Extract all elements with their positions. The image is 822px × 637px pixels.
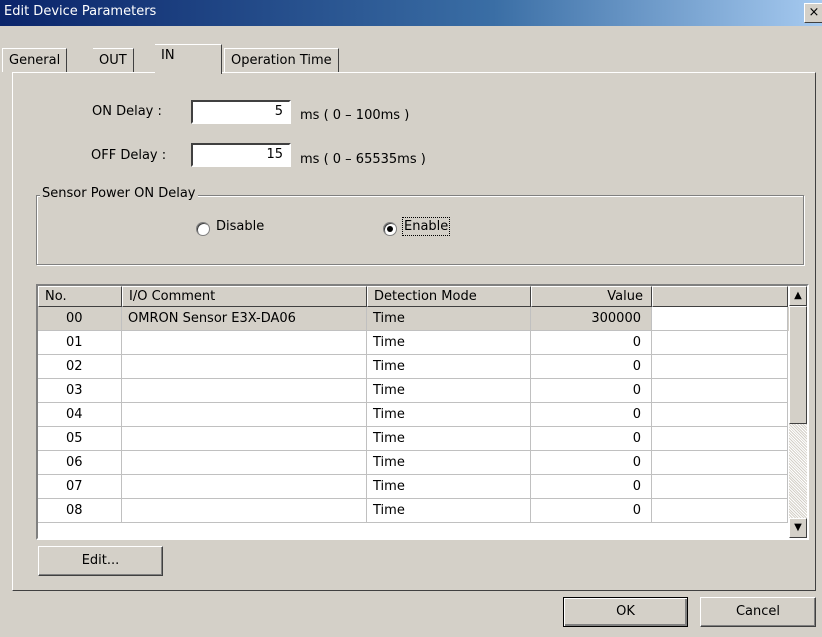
table-row[interactable]: 02 Time 0	[38, 355, 798, 379]
cell-no[interactable]: 07	[38, 475, 122, 499]
table-row[interactable]: 07 Time 0	[38, 475, 798, 499]
cell-blank[interactable]	[652, 355, 788, 379]
disable-label[interactable]: Disable	[216, 219, 264, 234]
table-row[interactable]: 03 Time 0	[38, 379, 798, 403]
cell-no[interactable]: 05	[38, 427, 122, 451]
cell-comment[interactable]	[122, 427, 367, 451]
table-row[interactable]: 05 Time 0	[38, 427, 798, 451]
cell-value[interactable]: 0	[531, 331, 652, 355]
cell-mode[interactable]: Time	[367, 403, 531, 427]
tab-in[interactable]: IN	[155, 44, 222, 74]
table-scrollbar[interactable]: ▲ ▼	[789, 286, 807, 538]
edit-button-label: Edit...	[81, 553, 120, 568]
edit-device-parameters-dialog: Edit Device Parameters × General OUT IN …	[0, 0, 822, 637]
cell-comment[interactable]: OMRON Sensor E3X-DA06	[122, 307, 367, 331]
cell-value[interactable]: 0	[531, 499, 652, 523]
column-header-detection-mode[interactable]: Detection Mode	[367, 286, 531, 307]
cell-mode[interactable]: Time	[367, 355, 531, 379]
cell-value[interactable]: 0	[531, 475, 652, 499]
disable-radio[interactable]	[196, 222, 210, 236]
off-delay-range: ms ( 0 – 65535ms )	[300, 152, 426, 167]
io-table: No. I/O Comment Detection Mode Value 00 O…	[36, 284, 809, 540]
ok-button-label: OK	[616, 604, 635, 619]
scroll-down-icon[interactable]: ▼	[789, 518, 807, 538]
on-delay-label: ON Delay :	[92, 104, 162, 119]
cell-no[interactable]: 04	[38, 403, 122, 427]
scroll-thumb[interactable]	[789, 306, 807, 424]
tab-out[interactable]: OUT	[93, 48, 134, 72]
cell-comment[interactable]	[122, 475, 367, 499]
window-title: Edit Device Parameters	[4, 4, 157, 19]
column-header-io-comment[interactable]: I/O Comment	[122, 286, 367, 307]
column-header-no[interactable]: No.	[38, 286, 122, 307]
cell-value[interactable]: 0	[531, 403, 652, 427]
cell-value[interactable]: 0	[531, 451, 652, 475]
cell-blank[interactable]	[652, 331, 788, 355]
enable-label[interactable]: Enable	[401, 217, 451, 236]
on-delay-input[interactable]: 5	[191, 100, 291, 124]
cell-value[interactable]: 0	[531, 427, 652, 451]
cell-mode[interactable]: Time	[367, 427, 531, 451]
cell-blank[interactable]	[652, 379, 788, 403]
cell-value[interactable]: 0	[531, 355, 652, 379]
cell-no[interactable]: 06	[38, 451, 122, 475]
cell-comment[interactable]	[122, 355, 367, 379]
cell-blank[interactable]	[652, 451, 788, 475]
cell-blank[interactable]	[652, 403, 788, 427]
cell-comment[interactable]	[122, 331, 367, 355]
cancel-button[interactable]: Cancel	[700, 597, 816, 627]
cell-blank[interactable]	[652, 499, 788, 523]
cell-blank[interactable]	[652, 307, 788, 331]
scroll-track[interactable]	[789, 424, 807, 518]
cell-mode[interactable]: Time	[367, 451, 531, 475]
table-row[interactable]: 06 Time 0	[38, 451, 798, 475]
cell-blank[interactable]	[652, 427, 788, 451]
cancel-button-label: Cancel	[735, 604, 781, 619]
column-header-value[interactable]: Value	[531, 286, 652, 307]
cell-mode[interactable]: Time	[367, 331, 531, 355]
scroll-up-icon[interactable]: ▲	[789, 286, 807, 306]
cell-comment[interactable]	[122, 379, 367, 403]
cell-mode[interactable]: Time	[367, 379, 531, 403]
cell-value[interactable]: 300000	[531, 307, 652, 331]
column-header-blank[interactable]	[652, 286, 788, 307]
cell-no[interactable]: 03	[38, 379, 122, 403]
cell-no[interactable]: 01	[38, 331, 122, 355]
table-row[interactable]: 04 Time 0	[38, 403, 798, 427]
cell-comment[interactable]	[122, 403, 367, 427]
on-delay-range: ms ( 0 – 100ms )	[300, 108, 410, 123]
cell-mode[interactable]: Time	[367, 307, 531, 331]
cell-value[interactable]: 0	[531, 379, 652, 403]
cell-no[interactable]: 08	[38, 499, 122, 523]
off-delay-input[interactable]: 15	[191, 143, 291, 167]
table-row[interactable]: 00 OMRON Sensor E3X-DA06 Time 300000	[38, 307, 798, 331]
cell-no[interactable]: 00	[38, 307, 122, 331]
tab-operation-time[interactable]: Operation Time	[224, 48, 339, 72]
cell-mode[interactable]: Time	[367, 499, 531, 523]
cell-blank[interactable]	[652, 475, 788, 499]
title-bar[interactable]: Edit Device Parameters ×	[0, 0, 822, 26]
cell-comment[interactable]	[122, 451, 367, 475]
cell-no[interactable]: 02	[38, 355, 122, 379]
radio-selected-dot	[387, 226, 393, 232]
cell-comment[interactable]	[122, 499, 367, 523]
sensor-power-title: Sensor Power ON Delay	[40, 186, 198, 201]
table-row[interactable]: 01 Time 0	[38, 331, 798, 355]
cell-mode[interactable]: Time	[367, 475, 531, 499]
ok-button[interactable]: OK	[563, 597, 688, 627]
tab-general[interactable]: General	[2, 48, 68, 72]
off-delay-label: OFF Delay :	[91, 148, 167, 163]
edit-button[interactable]: Edit...	[38, 546, 163, 576]
enable-radio[interactable]	[383, 222, 397, 236]
close-icon[interactable]: ×	[804, 3, 822, 23]
table-row[interactable]: 08 Time 0	[38, 499, 798, 523]
